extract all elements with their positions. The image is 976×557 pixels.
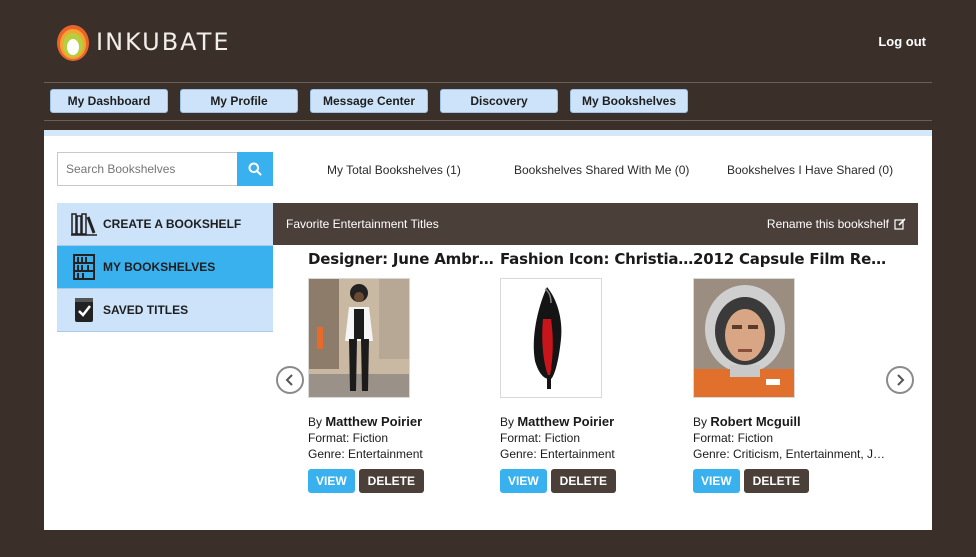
author-link[interactable]: Matthew Poirier	[325, 414, 422, 429]
sidebar-item-my-bookshelves[interactable]: MY BOOKSHELVES	[57, 246, 273, 289]
view-button[interactable]: VIEW	[308, 469, 355, 493]
carousel-prev-button[interactable]	[276, 366, 304, 394]
cover-image[interactable]	[308, 278, 410, 398]
sidebar-item-create-bookshelf[interactable]: CREATE A BOOKSHELF	[57, 203, 273, 246]
logout-link[interactable]: Log out	[878, 34, 926, 49]
bookshelf-header: Favorite Entertainment Titles Rename thi…	[273, 203, 918, 245]
nav-my-dashboard[interactable]: My Dashboard	[50, 89, 168, 113]
card-format: Format: Fiction	[308, 431, 389, 445]
delete-button[interactable]: DELETE	[550, 469, 617, 493]
title-card: Fashion Icon: Christia… By Matthew Poiri…	[500, 250, 693, 493]
search-input[interactable]	[57, 152, 237, 186]
card-title[interactable]: Designer: June Ambr…	[308, 250, 494, 268]
search-button[interactable]	[237, 152, 273, 186]
cover-image[interactable]	[500, 278, 602, 398]
title-card: 2012 Capsule Film Re… By Robert Mcguill …	[693, 250, 886, 493]
egg-logo-icon	[56, 22, 90, 62]
i-have-shared-link[interactable]: Bookshelves I Have Shared (0)	[727, 163, 893, 177]
chevron-right-icon	[897, 374, 905, 386]
card-genre: Genre: Entertainment	[308, 447, 423, 461]
by-prefix: By	[693, 415, 711, 429]
shared-with-me-link[interactable]: Bookshelves Shared With Me (0)	[514, 163, 689, 177]
divider	[44, 120, 932, 121]
card-title[interactable]: Fashion Icon: Christia…	[500, 250, 693, 268]
nav-my-bookshelves[interactable]: My Bookshelves	[570, 89, 688, 113]
author-link[interactable]: Matthew Poirier	[517, 414, 614, 429]
card-genre: Genre: Criticism, Entertainment, J…	[693, 447, 886, 461]
cover-image[interactable]	[693, 278, 795, 398]
sidebar-item-label: CREATE A BOOKSHELF	[103, 217, 242, 231]
card-format: Format: Fiction	[500, 431, 581, 445]
sidebar: CREATE A BOOKSHELF MY BOOKSHELVES SAVED …	[57, 203, 273, 332]
bookcase-icon	[71, 254, 97, 280]
card-meta: By Matthew Poirier Format: Fiction Genre…	[500, 414, 680, 462]
rename-bookshelf-link[interactable]: Rename this bookshelf	[767, 217, 906, 231]
sidebar-item-label: SAVED TITLES	[103, 303, 189, 317]
main-nav: My Dashboard My Profile Message Center D…	[50, 89, 688, 113]
chevron-left-icon	[285, 374, 293, 386]
search-icon	[248, 162, 262, 176]
books-icon	[71, 211, 97, 237]
bookshelves-panel: My Total Bookshelves (1) Bookshelves Sha…	[44, 130, 932, 530]
nav-message-center[interactable]: Message Center	[310, 89, 428, 113]
total-bookshelves-link[interactable]: My Total Bookshelves (1)	[327, 163, 461, 177]
divider	[44, 82, 932, 83]
delete-button[interactable]: DELETE	[358, 469, 425, 493]
card-genre: Genre: Entertainment	[500, 447, 615, 461]
book-check-icon	[71, 297, 97, 323]
search-box	[57, 152, 273, 186]
sidebar-item-saved-titles[interactable]: SAVED TITLES	[57, 289, 273, 332]
nav-discovery[interactable]: Discovery	[440, 89, 558, 113]
card-title[interactable]: 2012 Capsule Film Re…	[693, 250, 886, 268]
nav-my-profile[interactable]: My Profile	[180, 89, 298, 113]
card-format: Format: Fiction	[693, 431, 774, 445]
title-card: Designer: June Ambr… By Matthew Poirier …	[308, 250, 494, 493]
brand-name: INKUBATE	[96, 28, 231, 56]
inkubate-logo[interactable]: INKUBATE	[56, 22, 231, 62]
by-prefix: By	[308, 415, 326, 429]
carousel-next-button[interactable]	[886, 366, 914, 394]
bookshelf-title: Favorite Entertainment Titles	[286, 217, 439, 231]
card-meta: By Robert Mcguill Format: Fiction Genre:…	[693, 414, 886, 462]
view-button[interactable]: VIEW	[693, 469, 740, 493]
edit-icon	[894, 218, 906, 230]
rename-label: Rename this bookshelf	[766, 217, 889, 231]
card-meta: By Matthew Poirier Format: Fiction Genre…	[308, 414, 488, 462]
delete-button[interactable]: DELETE	[743, 469, 810, 493]
sidebar-item-label: MY BOOKSHELVES	[103, 260, 216, 274]
by-prefix: By	[500, 415, 518, 429]
view-button[interactable]: VIEW	[500, 469, 547, 493]
author-link[interactable]: Robert Mcguill	[710, 414, 800, 429]
